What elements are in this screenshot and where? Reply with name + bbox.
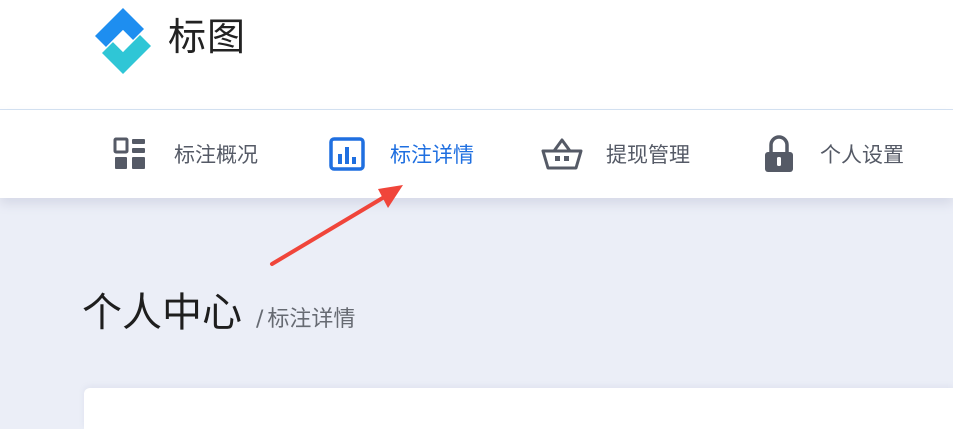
lock-icon: [765, 135, 793, 172]
nav-item-details[interactable]: 标注详情: [328, 110, 474, 198]
page-title: 个人中心: [82, 290, 242, 336]
breadcrumb-separator: /: [256, 307, 264, 332]
nav-item-overview[interactable]: 标注概况: [112, 110, 258, 198]
nav-item-withdraw[interactable]: 提现管理: [540, 110, 690, 198]
diamond-logo-icon[interactable]: [86, 4, 160, 78]
nav-label-settings: 个人设置: [820, 143, 904, 167]
app-header: 标图: [0, 0, 953, 110]
nav-label-details: 标注详情: [390, 143, 474, 167]
breadcrumb-current: 标注详情: [267, 307, 356, 332]
breadcrumb: 个人中心 / 标注详情: [82, 286, 355, 340]
grid-dashboard-icon: [113, 137, 145, 169]
nav-label-overview: 标注概况: [174, 143, 258, 167]
basket-icon: [541, 138, 583, 170]
bar-chart-icon: [329, 137, 365, 171]
content-card: [84, 388, 953, 429]
nav-label-withdraw: 提现管理: [606, 143, 690, 167]
nav-item-settings[interactable]: 个人设置: [762, 110, 904, 198]
app-title: 标图: [168, 15, 247, 59]
main-nav: 标注概况 标注详情 提现管理 个人设置: [0, 110, 953, 198]
